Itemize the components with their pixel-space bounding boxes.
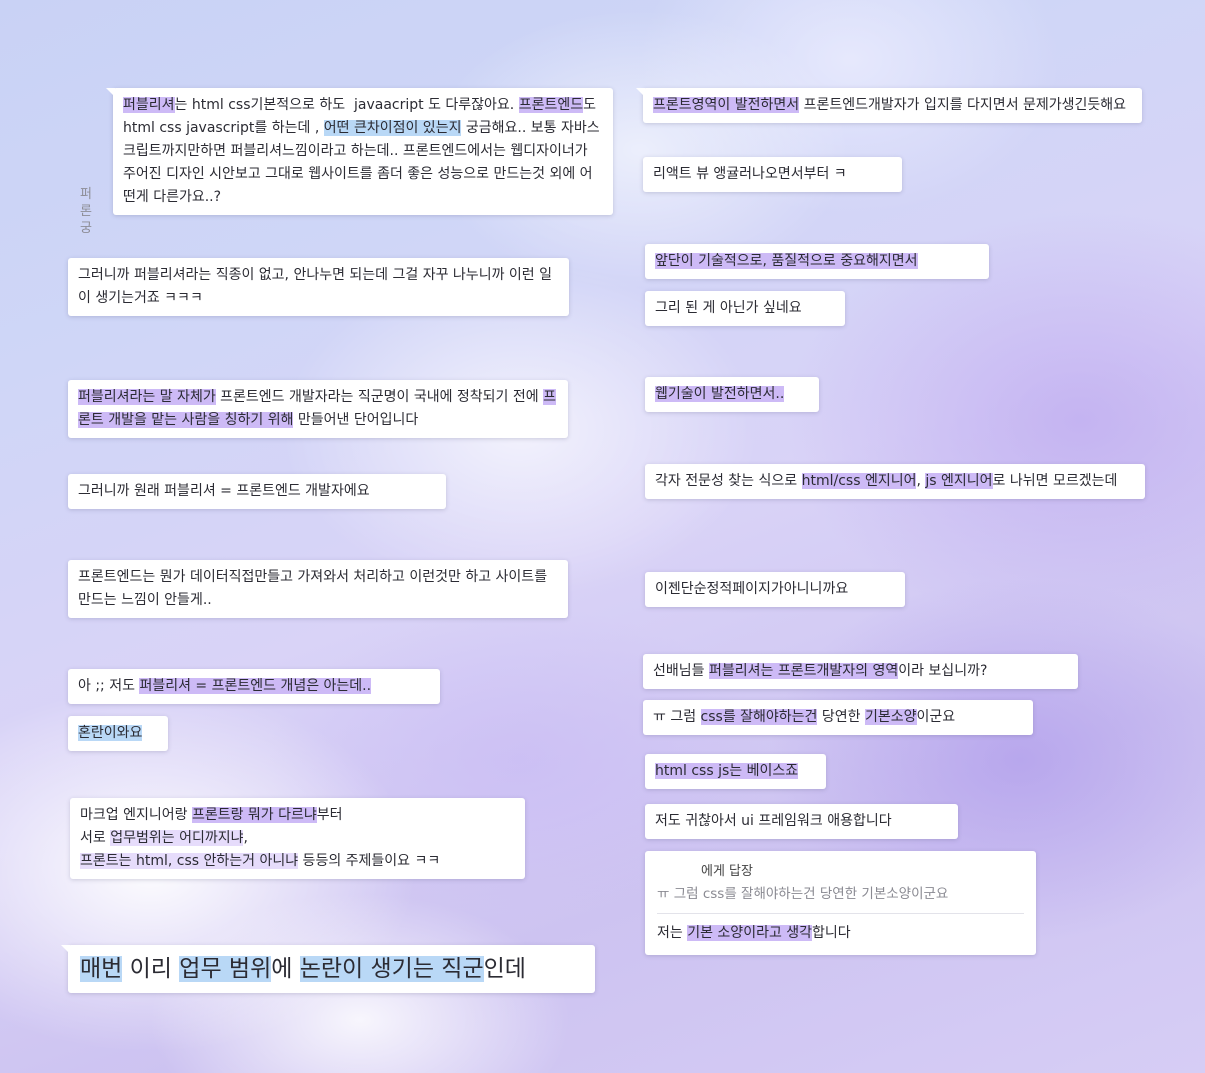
message-bubble: 이젠단순정적페이지가아니니까요 xyxy=(645,572,905,607)
reply-quote[interactable]: ㅠ 그럼 css를 잘해야하는건 당연한 기본소양이군요 xyxy=(657,883,1024,905)
highlight: html css js는 베이스죠 xyxy=(655,763,799,779)
reply-card: 에게 답장 ㅠ 그럼 css를 잘해야하는건 당연한 기본소양이군요 저는 기본… xyxy=(645,851,1036,955)
message-bubble: 프론트영역이 발전하면서 프론트엔드개발자가 입지를 다지면서 문제가생긴듯해요 xyxy=(636,88,1142,123)
highlight: 매번 xyxy=(80,956,123,982)
highlight: 업무 범위 xyxy=(179,956,272,982)
message-bubble: 선배님들 퍼블리셔는 프론트개발자의 영역이라 보십니까? xyxy=(643,654,1078,689)
highlight: 프론트랑 뭐가 다르냐 xyxy=(191,807,317,823)
highlight: html/css 엔지니어 xyxy=(801,473,917,489)
message-bubble-large: 매번 이리 업무 범위에 논란이 생기는 직군인데 xyxy=(61,945,595,993)
message-bubble: 퍼블리셔는 html css기본적으로 하도 javaacript 도 다루잖아… xyxy=(106,88,613,215)
highlight: 웹기술이 발전하면서.. xyxy=(655,386,785,402)
highlight: 프론트는 html, css 안하는거 아니냐 xyxy=(80,853,299,869)
message-bubble: 리액트 뷰 앵귤러나오면서부터 ㅋ xyxy=(643,157,902,192)
message-bubble: 프론트엔드는 뭔가 데이터직접만들고 가져와서 처리하고 이런것만 하고 사이트… xyxy=(68,560,568,618)
divider xyxy=(657,913,1024,914)
message-bubble: 아 ;; 저도 퍼블리셔 = 프론트엔드 개념은 아는데.. xyxy=(68,669,440,704)
highlight: 프론트엔드 xyxy=(518,97,584,113)
highlight: 퍼블리셔 = 프론트엔드 개념은 아는데.. xyxy=(139,678,372,694)
highlight: 어떤 큰차이점이 있는지 xyxy=(323,120,462,136)
highlight: 퍼블리셔라는 말 자체가 xyxy=(78,389,216,405)
message-bubble: 그러니까 퍼블리셔라는 직종이 없고, 안나누면 되는데 그걸 자꾸 나누니까 … xyxy=(68,258,569,316)
message-bubble: 그리 된 게 아닌가 싶네요 xyxy=(645,291,845,326)
message-bubble: 마크업 엔지니어랑 프론트랑 뭐가 다르냐부터 서로 업무범위는 어디까지냐, 프론… xyxy=(70,798,525,879)
message-bubble: 혼란이와요 xyxy=(68,716,168,751)
highlight: css를 잘해야하는건 xyxy=(700,709,818,725)
highlight: 퍼블리셔 xyxy=(123,97,175,113)
reply-message: 저는 기본 소양이라고 생각합니다 xyxy=(657,925,851,941)
highlight: 프론트영역이 발전하면서 xyxy=(653,97,800,113)
highlight: 기본 소양이라고 생각 xyxy=(687,925,813,941)
highlight: 혼란이와요 xyxy=(78,725,143,741)
reply-target-name: 에게 답장 xyxy=(701,864,753,879)
highlight: 퍼블리셔는 프론트개발자의 영역 xyxy=(708,663,899,679)
message-bubble: 웹기술이 발전하면서.. xyxy=(645,377,819,412)
message-bubble: ㅠ 그럼 css를 잘해야하는건 당연한 기본소양이군요 xyxy=(643,700,1033,735)
message-bubble: 앞단이 기술적으로, 품질적으로 중요해지면서 xyxy=(645,244,989,279)
message-bubble: html css js는 베이스죠 xyxy=(645,754,826,789)
message-bubble: 각자 전문성 찾는 식으로 html/css 엔지니어, js 엔지니어로 나뉘… xyxy=(645,464,1145,499)
highlight: 기본소양 xyxy=(865,709,917,725)
message-bubble: 저도 귀찮아서 ui 프레임워크 애용합니다 xyxy=(645,804,958,839)
message-bubble: 그러니까 원래 퍼블리셔 = 프론트엔드 개발자에요 xyxy=(68,474,446,509)
highlight: 논란이 생기는 직군 xyxy=(299,956,484,982)
highlight: 앞단이 기술적으로, 품질적으로 중요해지면서 xyxy=(655,253,918,269)
highlight: 업무범위는 어디까지냐 xyxy=(110,830,244,846)
message-bubble: 퍼블리셔라는 말 자체가 프론트엔드 개발자라는 직군명이 국내에 정착되기 전… xyxy=(68,380,568,438)
sender-name: 퍼론궁 xyxy=(80,187,92,236)
highlight: js 엔지니어 xyxy=(925,473,993,489)
